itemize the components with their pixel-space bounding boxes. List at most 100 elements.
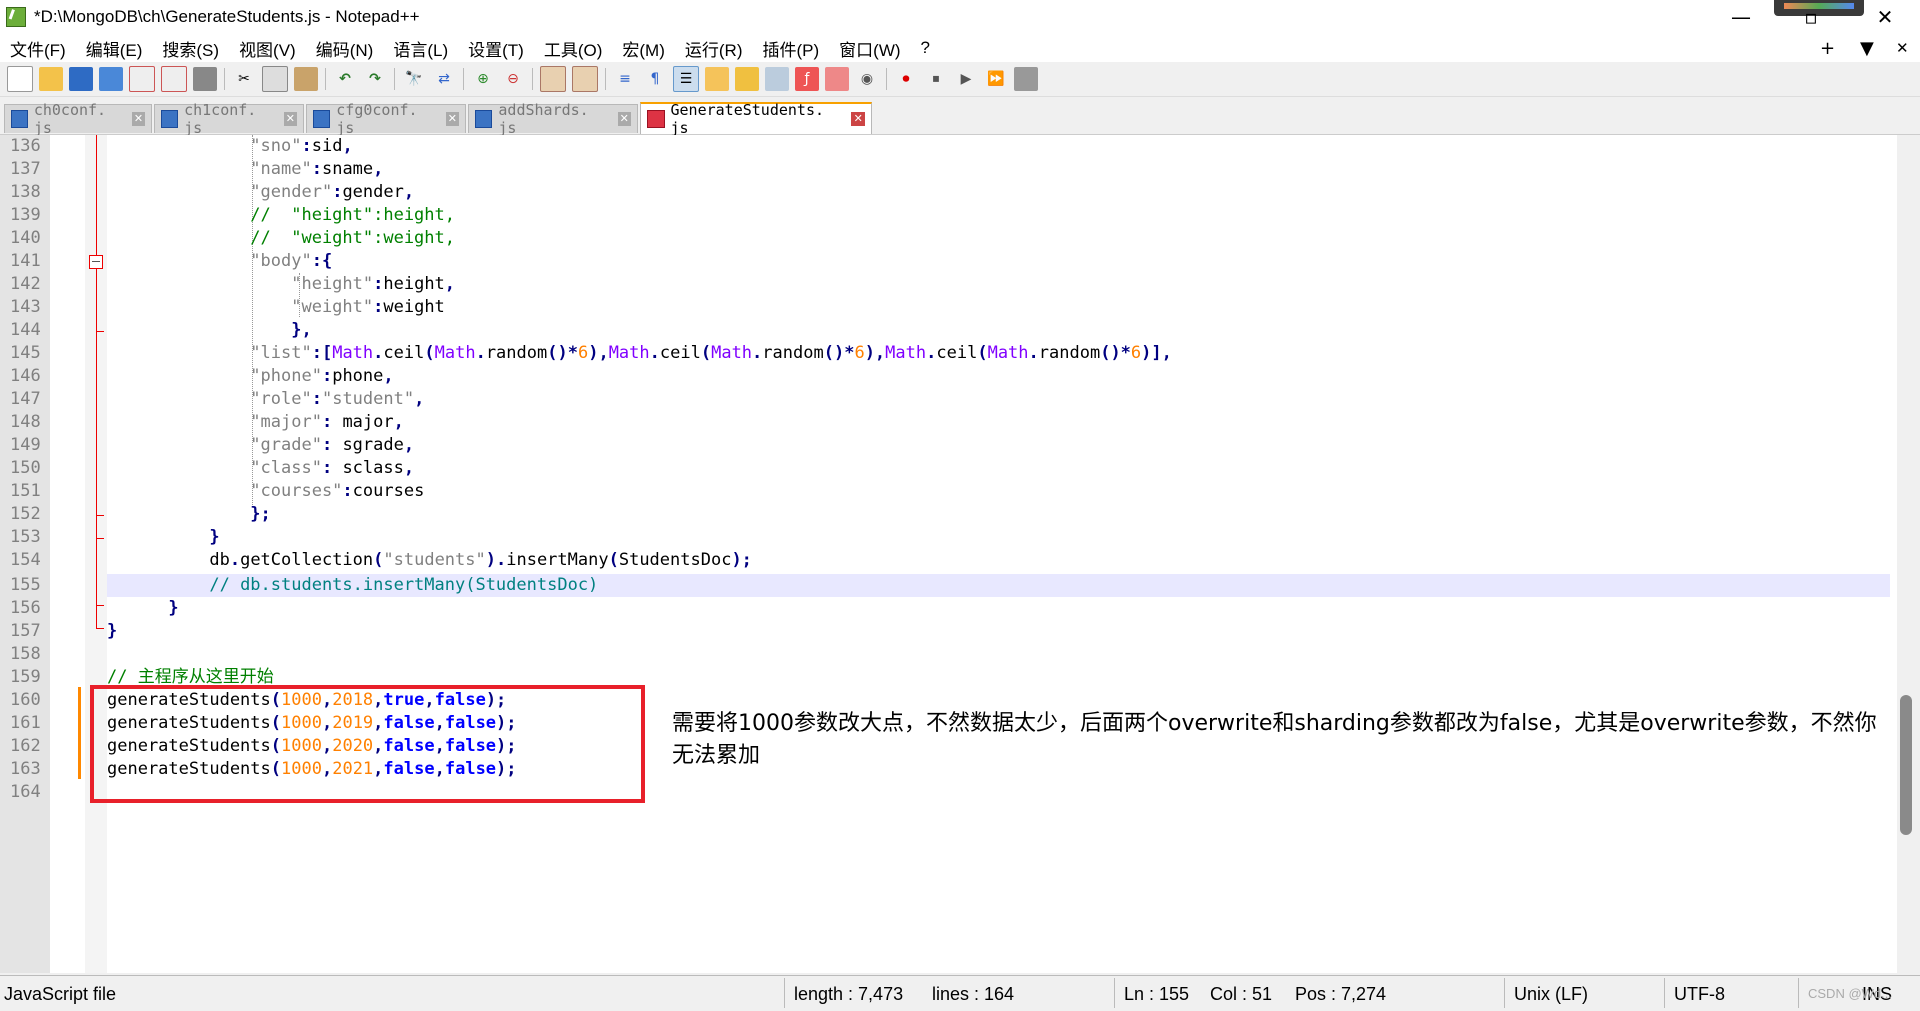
tab-cfg0conf[interactable]: cfg0conf. js ✕ xyxy=(306,101,466,137)
zoom-in-icon[interactable]: ⊕ xyxy=(471,67,495,91)
word-wrap-icon[interactable]: ≡ xyxy=(613,67,637,91)
menu-tools[interactable]: 工具(O) xyxy=(534,36,613,61)
monitoring-icon[interactable] xyxy=(825,67,849,91)
code-line-151: "courses":courses xyxy=(250,481,425,501)
menu-language[interactable]: 语言(L) xyxy=(383,36,458,61)
replace-icon[interactable]: ⇄ xyxy=(432,67,456,91)
open-file-icon[interactable] xyxy=(39,67,63,91)
sync-vertical-icon[interactable] xyxy=(540,66,566,92)
new-file-icon[interactable] xyxy=(7,66,33,92)
annotation-highlight-box xyxy=(90,685,645,803)
code-line-148: "major": major, xyxy=(250,412,404,432)
line-number: 141 xyxy=(10,251,41,271)
code-line-139: // "height":height, xyxy=(250,205,455,225)
notepadpp-app-icon xyxy=(6,7,26,27)
stop-record-icon[interactable]: ⏹ xyxy=(924,67,948,91)
doc-map-icon[interactable] xyxy=(735,67,759,91)
code-line-157: } xyxy=(107,621,118,641)
toolbar-separator xyxy=(886,68,887,90)
function-list-icon[interactable] xyxy=(765,67,789,91)
save-icon[interactable] xyxy=(69,67,93,91)
menu-search[interactable]: 搜索(S) xyxy=(152,36,229,61)
line-number: 143 xyxy=(10,297,41,317)
show-all-chars-icon[interactable]: ¶ xyxy=(643,67,667,91)
tab-generatestudents[interactable]: GenerateStudents. js ✕ xyxy=(640,101,872,137)
maximize-button[interactable]: ▫ xyxy=(1788,0,1834,34)
code-line-138: "gender":gender, xyxy=(250,182,415,202)
status-col: Col : 51 xyxy=(1210,984,1273,1004)
tab-ch0conf[interactable]: ch0conf. js ✕ xyxy=(4,101,152,137)
code-line-156: } xyxy=(168,598,179,618)
tab-label: ch1conf. js xyxy=(184,101,257,137)
menu-macro[interactable]: 宏(M) xyxy=(612,36,674,61)
menu-settings[interactable]: 设置(T) xyxy=(458,36,534,61)
file-saved-icon xyxy=(475,110,493,128)
status-lines: lines : 164 xyxy=(932,984,1015,1004)
play-macro-icon[interactable]: ▶ xyxy=(954,67,978,91)
tab-close-icon[interactable]: ✕ xyxy=(445,112,459,126)
sync-horizontal-icon[interactable] xyxy=(572,66,598,92)
tab-label: addShards. js xyxy=(498,101,589,137)
tab-close-icon[interactable]: ✕ xyxy=(617,112,631,126)
menu-edit[interactable]: 编辑(E) xyxy=(76,36,153,61)
status-separator xyxy=(1798,978,1799,1008)
save-macro-icon[interactable] xyxy=(1014,67,1038,91)
tab-close-icon[interactable]: ✕ xyxy=(283,112,297,126)
copy-icon[interactable] xyxy=(262,66,288,92)
status-file-type: JavaScript file xyxy=(4,984,117,1004)
line-number: 156 xyxy=(10,598,41,618)
close-window-button[interactable]: ✕ xyxy=(1862,0,1908,34)
menu-file[interactable]: 文件(F) xyxy=(0,36,76,61)
line-number: 149 xyxy=(10,435,41,455)
status-eol: Unix (LF) xyxy=(1514,984,1589,1004)
save-all-icon[interactable] xyxy=(99,67,123,91)
cut-icon[interactable]: ✂ xyxy=(232,67,256,91)
window-title: *D:\MongoDB\ch\GenerateStudents.js - Not… xyxy=(34,7,420,26)
close-tab-button[interactable]: ✕ xyxy=(1896,34,1909,62)
menu-view[interactable]: 视图(V) xyxy=(229,36,306,61)
tab-ch1conf[interactable]: ch1conf. js ✕ xyxy=(154,101,304,137)
print-icon[interactable] xyxy=(193,67,217,91)
toolbar-separator xyxy=(224,68,225,90)
menu-window[interactable]: 窗口(W) xyxy=(829,36,910,61)
toolbar-separator xyxy=(325,68,326,90)
file-saved-icon xyxy=(313,110,331,128)
code-line-155: // db.students.insertMany(StudentsDoc) xyxy=(209,575,599,595)
menu-plugins[interactable]: 插件(P) xyxy=(752,36,829,61)
zoom-out-icon[interactable]: ⊖ xyxy=(501,67,525,91)
eye-icon[interactable]: ◉ xyxy=(855,67,879,91)
fold-collapse-icon[interactable] xyxy=(89,255,103,269)
menu-run[interactable]: 运行(R) xyxy=(675,36,753,61)
run-macro-multiple-icon[interactable]: ⏩ xyxy=(984,67,1008,91)
paste-icon[interactable] xyxy=(294,67,318,91)
tab-label: ch0conf. js xyxy=(33,101,107,137)
menu-help[interactable]: ? xyxy=(911,38,940,58)
tab-close-icon[interactable]: ✕ xyxy=(851,112,865,126)
annotation-note: 需要将1000参数改大点，不然数据太少，后面两个overwrite和shardi… xyxy=(672,711,1877,768)
redo-icon[interactable]: ↷ xyxy=(363,67,387,91)
menu-encoding[interactable]: 编码(N) xyxy=(306,36,384,61)
record-macro-icon[interactable]: ⏺ xyxy=(894,67,918,91)
fold-end xyxy=(96,605,104,606)
new-tab-button[interactable]: + xyxy=(1820,34,1835,62)
indent-guide-icon[interactable]: ☰ xyxy=(673,66,699,92)
tab-list-dropdown[interactable]: ▼ xyxy=(1860,34,1874,62)
toolbar-separator xyxy=(394,68,395,90)
tab-close-icon[interactable]: ✕ xyxy=(132,112,145,126)
close-all-icon[interactable] xyxy=(161,66,187,92)
code-editor[interactable]: 136 137 138 139 140 141 142 143 144 145 146 147 148 1… xyxy=(0,135,1920,973)
find-icon[interactable]: 🔭 xyxy=(402,67,426,91)
close-icon[interactable] xyxy=(129,66,155,92)
tab-addshards[interactable]: addShards. js ✕ xyxy=(468,101,638,137)
line-number: 139 xyxy=(10,205,41,225)
toolbar-separator xyxy=(463,68,464,90)
undo-icon[interactable]: ↶ xyxy=(333,67,357,91)
language-icon[interactable] xyxy=(705,67,729,91)
vertical-scrollbar[interactable] xyxy=(1897,135,1920,973)
code-line-145: "list":[Math.ceil(Math.random()*6),Math.… xyxy=(250,343,1172,363)
line-number: 140 xyxy=(10,228,41,248)
folder-workspace-icon[interactable]: ƒ xyxy=(795,67,819,91)
line-number: 154 xyxy=(10,550,41,570)
minimize-button[interactable]: — xyxy=(1718,0,1764,34)
scrollbar-thumb[interactable] xyxy=(1900,695,1912,835)
